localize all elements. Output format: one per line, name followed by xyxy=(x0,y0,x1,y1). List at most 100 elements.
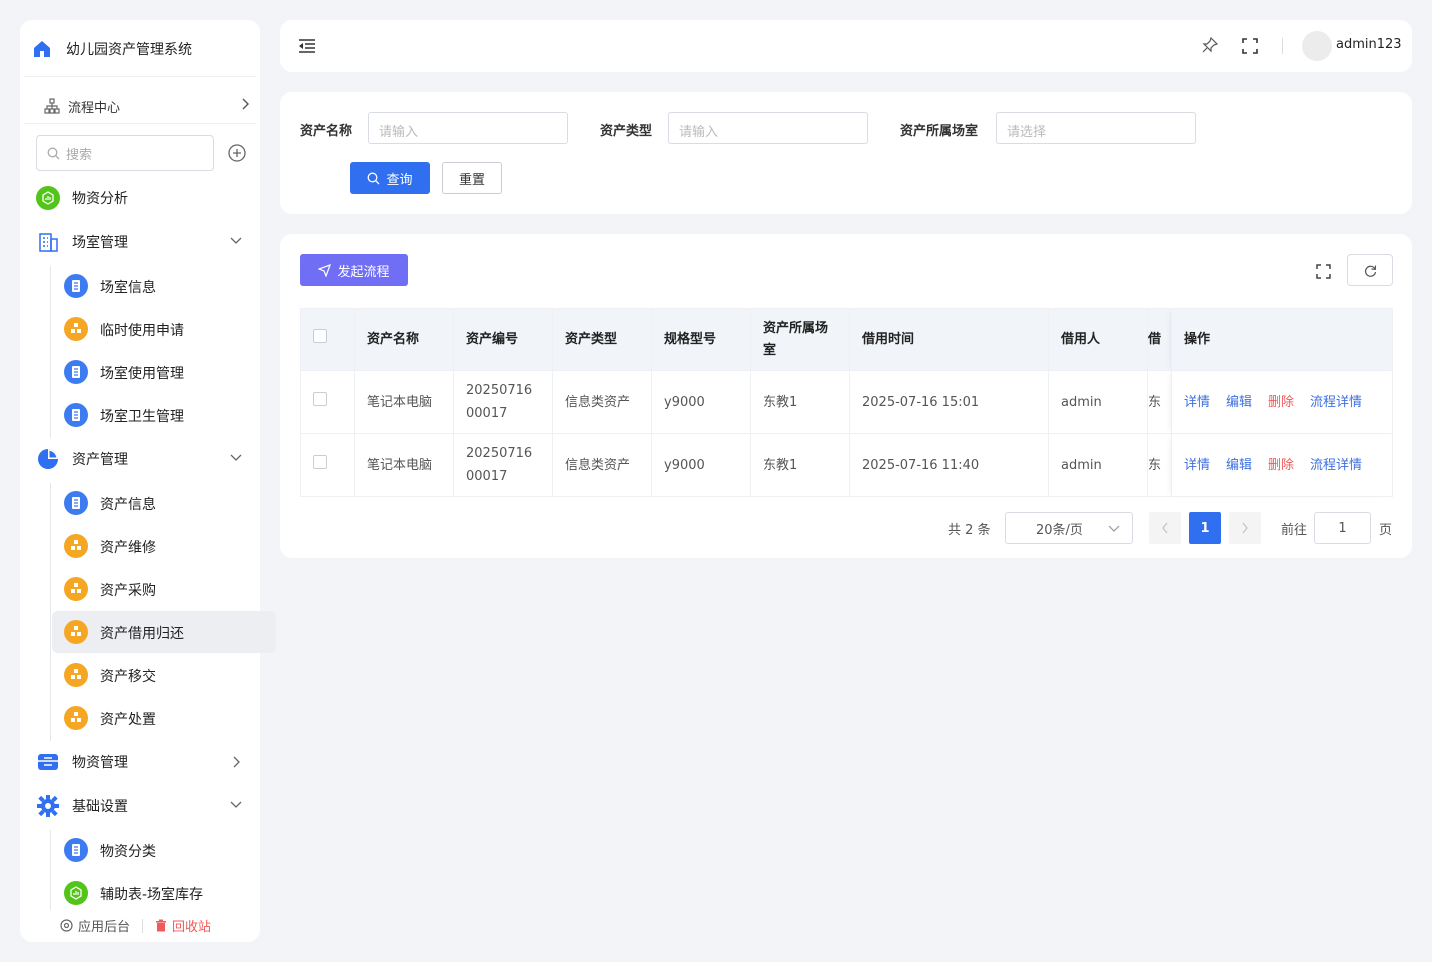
delete-link[interactable]: 删除 xyxy=(1268,458,1294,473)
cell-type: 信息类资产 xyxy=(552,433,652,497)
flow-detail-link[interactable]: 流程详情 xyxy=(1310,395,1362,410)
col-time: 借用时间 xyxy=(849,308,1049,371)
collapse-menu-icon[interactable] xyxy=(298,38,316,54)
menu-asset-purchase[interactable]: 资产采购 xyxy=(52,568,276,610)
menu-label: 资产管理 xyxy=(72,452,128,468)
add-circle-icon[interactable] xyxy=(228,144,246,162)
document-icon xyxy=(64,360,88,384)
page-1-button[interactable]: 1 xyxy=(1189,512,1221,544)
menu-label: 物资分类 xyxy=(100,844,156,860)
flow-detail-link[interactable]: 流程详情 xyxy=(1310,458,1362,473)
menu-aux-room-stock[interactable]: 辅助表-场室库存 xyxy=(52,872,276,914)
menu-room-usage[interactable]: 场室使用管理 xyxy=(52,351,276,393)
menu-label: 资产信息 xyxy=(100,497,156,513)
avatar[interactable] xyxy=(1302,31,1332,61)
settings-icon xyxy=(60,919,73,932)
cell-code: 2025071600017 xyxy=(453,370,553,434)
chevron-left-icon xyxy=(1162,522,1168,534)
asset-name-input[interactable]: 请输入 xyxy=(368,112,568,144)
menu-material-category[interactable]: 物资分类 xyxy=(52,829,276,871)
query-button[interactable]: 查询 xyxy=(350,162,430,194)
placeholder: 请输入 xyxy=(379,125,419,140)
menu-room-info[interactable]: 场室信息 xyxy=(52,265,276,307)
detail-link[interactable]: 详情 xyxy=(1184,458,1210,473)
menu-basic-settings[interactable]: 基础设置 xyxy=(20,786,260,826)
cell-type: 信息类资产 xyxy=(552,370,652,434)
flow-center-link[interactable]: 流程中心 xyxy=(44,92,250,120)
backend-link[interactable]: 应用后台 xyxy=(60,916,130,935)
row-checkbox[interactable] xyxy=(313,391,327,406)
menu-room-hygiene[interactable]: 场室卫生管理 xyxy=(52,394,276,436)
refresh-icon xyxy=(1364,264,1376,277)
cell-borrower: admin xyxy=(1048,433,1148,497)
col-model: 规格型号 xyxy=(651,308,751,371)
document-icon xyxy=(64,403,88,427)
cell-room: 东教1 xyxy=(750,433,850,497)
delete-link[interactable]: 删除 xyxy=(1268,395,1294,410)
goto-page-input[interactable]: 1 xyxy=(1314,512,1371,544)
chart-hexagon-icon xyxy=(64,881,88,905)
start-flow-button[interactable]: 发起流程 xyxy=(300,254,408,286)
page-size-select[interactable]: 20条/页 xyxy=(1005,512,1133,544)
menu-label: 资产采购 xyxy=(100,583,156,599)
search-input[interactable]: 搜索 xyxy=(36,135,214,171)
menu-asset-transfer[interactable]: 资产移交 xyxy=(52,654,276,696)
prev-page-button[interactable] xyxy=(1149,512,1181,544)
send-icon xyxy=(318,263,332,277)
document-icon xyxy=(64,838,88,862)
col-borrower: 借用人 xyxy=(1048,308,1148,371)
menu-asset-management[interactable]: 资产管理 xyxy=(20,439,260,479)
chevron-down-icon xyxy=(1108,525,1120,532)
pie-chart-icon xyxy=(38,449,58,469)
menu-asset-dispose[interactable]: 资产处置 xyxy=(52,697,276,739)
menu-asset-info[interactable]: 资产信息 xyxy=(52,482,276,524)
brand[interactable]: 幼儿园资产管理系统 xyxy=(20,20,260,78)
asset-type-input[interactable]: 请输入 xyxy=(668,112,868,144)
table-row: 笔记本电脑 2025071600017 信息类资产 y9000 东教1 2025… xyxy=(300,433,1393,497)
col-ops: 操作 xyxy=(1171,308,1393,371)
menu-label: 场室使用管理 xyxy=(100,366,184,382)
menu-label: 临时使用申请 xyxy=(100,323,184,339)
next-page-button[interactable] xyxy=(1229,512,1261,544)
chevron-right-icon xyxy=(1242,522,1248,534)
menu-material-management[interactable]: 物资管理 xyxy=(20,742,260,782)
boxes-icon xyxy=(64,663,88,687)
menu-material-analysis[interactable]: 物资分析 xyxy=(20,178,260,218)
borrow-table: 资产名称 资产编号 资产类型 规格型号 资产所属场室 借用时间 借用人 借 操作… xyxy=(300,308,1393,497)
cell-name: 笔记本电脑 xyxy=(354,370,454,434)
chevron-down-icon xyxy=(230,801,242,808)
menu-asset-borrow[interactable]: 资产借用归还 xyxy=(52,611,276,653)
sidebar: 幼儿园资产管理系统 流程中心 搜索 物资分析 场室管理 场室信息 临时使用申请 … xyxy=(20,20,276,942)
select-all-checkbox[interactable] xyxy=(313,328,327,343)
fullscreen-icon[interactable] xyxy=(1242,38,1258,54)
topbar: admin123 xyxy=(280,20,1412,72)
col-type: 资产类型 xyxy=(552,308,652,371)
chevron-down-icon xyxy=(230,237,242,244)
detail-link[interactable]: 详情 xyxy=(1184,395,1210,410)
recycle-bin-link[interactable]: 回收站 xyxy=(155,916,211,935)
menu-room-management[interactable]: 场室管理 xyxy=(20,222,260,262)
room-label: 资产所属场室 xyxy=(900,124,979,139)
document-icon xyxy=(64,274,88,298)
edit-link[interactable]: 编辑 xyxy=(1226,395,1252,410)
asset-type-label: 资产类型 xyxy=(600,124,653,139)
placeholder: 请选择 xyxy=(1007,125,1047,140)
reset-button[interactable]: 重置 xyxy=(442,162,502,194)
pin-icon[interactable] xyxy=(1202,37,1218,53)
edit-link[interactable]: 编辑 xyxy=(1226,458,1252,473)
total-count: 共 2 条 xyxy=(948,522,991,538)
menu-label: 场室信息 xyxy=(100,280,156,296)
goto-label: 前往 xyxy=(1281,522,1308,538)
menu-label: 资产借用归还 xyxy=(100,626,184,642)
boxes-icon xyxy=(64,577,88,601)
col-name: 资产名称 xyxy=(354,308,454,371)
row-checkbox[interactable] xyxy=(313,454,327,469)
refresh-button[interactable] xyxy=(1347,254,1393,286)
backend-label: 应用后台 xyxy=(78,920,131,935)
table-fullscreen-icon[interactable] xyxy=(1316,264,1331,279)
menu-temp-apply[interactable]: 临时使用申请 xyxy=(52,308,276,350)
menu-asset-repair[interactable]: 资产维修 xyxy=(52,525,276,567)
room-select[interactable]: 请选择 xyxy=(996,112,1196,144)
username[interactable]: admin123 xyxy=(1336,37,1402,52)
search-placeholder: 搜索 xyxy=(66,147,93,163)
